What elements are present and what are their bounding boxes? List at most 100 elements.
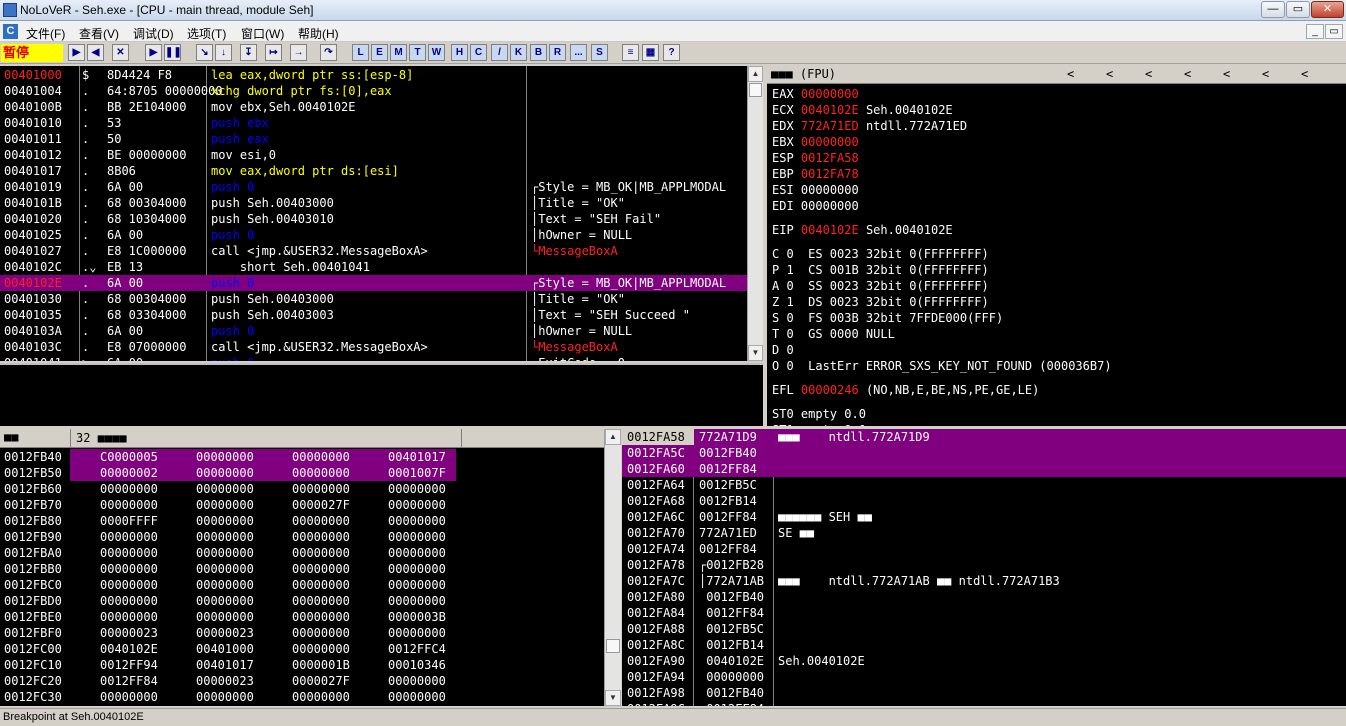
toolbar-button-22[interactable]: ... [570, 44, 587, 61]
stack-row[interactable]: 0012FA8C 0012FB14 [622, 637, 1346, 653]
toolbar-button-17[interactable]: C [470, 44, 487, 61]
stack-row[interactable]: 0012FA9C 0012FF84 [622, 701, 1346, 706]
disasm-row[interactable]: 00401011. 50 push eax [0, 131, 747, 147]
register-value[interactable]: 0040102E [801, 103, 859, 117]
registers-pane[interactable]: ■■■ (FPU) < < < < < < < EAX 00000000 ECX 00401… [765, 66, 1346, 426]
menu-view[interactable]: 查看(V) [79, 25, 119, 42]
menu-debug[interactable]: 调试(D) [133, 25, 174, 42]
dump-hex-header[interactable]: 32 ■■■■ [70, 429, 462, 448]
dump-row[interactable]: 0012FB60 00000000 00000000 00000000 00000000 [0, 481, 604, 497]
dump-row[interactable]: 0012FBA0 00000000 00000000 00000000 00000000 [0, 545, 604, 561]
register-value[interactable]: 0012FA78 [801, 167, 859, 181]
toolbar-button-24[interactable]: ≡ [622, 44, 639, 61]
register-value[interactable]: 0012FA58 [801, 151, 859, 165]
stack-row[interactable]: 0012FA74 0012FF84 [622, 541, 1346, 557]
stack-row[interactable]: 0012FA60 0012FF84 [622, 461, 1346, 477]
mdi-restore-button[interactable]: ▭ [1325, 24, 1343, 39]
register-row[interactable]: S 0 FS 003B 32bit 7FFDE000(FFF) [772, 310, 1003, 326]
toolbar-button-2[interactable]: ✕ [112, 44, 129, 61]
maximize-button[interactable]: ▭ [1286, 1, 1310, 18]
toolbar-button-8[interactable]: ↦ [265, 44, 282, 61]
memory-dump-pane[interactable]: ■■ 32 ■■■■ 0012FB40 C0000005 00000000 00000… [0, 429, 604, 706]
register-row[interactable]: Z 1 DS 0023 32bit 0(FFFFFFFF) [772, 294, 989, 310]
toolbar-button-11[interactable]: L [352, 44, 369, 61]
stack-row[interactable]: 0012FA6C 0012FF84 ■■■■■■ SEH ■■ [622, 509, 1346, 525]
toolbar-button-21[interactable]: R [549, 44, 566, 61]
dump-row[interactable]: 0012FC30 00000000 00000000 00000000 00000000 [0, 689, 604, 705]
register-row[interactable]: D 0 [772, 342, 794, 358]
register-row[interactable]: C 0 ES 0023 32bit 0(FFFFFFFF) [772, 246, 989, 262]
toolbar-button-14[interactable]: T [409, 44, 426, 61]
menu-window[interactable]: 窗口(W) [241, 25, 284, 42]
disasm-row[interactable]: 00401025. 6A 00 push 0 │hOwner = NULL [0, 227, 747, 243]
toolbar-button-3[interactable]: ▶ [145, 44, 162, 61]
minimize-button[interactable]: — [1261, 1, 1285, 18]
stack-row[interactable]: 0012FA90 0040102E Seh.0040102E [622, 653, 1346, 669]
disasm-row[interactable]: 00401020. 68 10304000 push Seh.00403010 │Te… [0, 211, 747, 227]
register-row[interactable]: T 0 GS 0000 NULL [772, 326, 895, 342]
dump-row[interactable]: 0012FB70 00000000 00000000 0000027F 00000000 [0, 497, 604, 513]
register-row[interactable]: EIP 0040102E Seh.0040102E [772, 222, 953, 238]
disasm-row[interactable]: 00401010. 53 push ebx [0, 115, 747, 131]
menu-help[interactable]: 帮助(H) [298, 25, 339, 42]
register-value[interactable]: 772A71ED [801, 119, 859, 133]
disasm-row[interactable]: 0040103C. E8 07000000 call <jmp.&USER32.Me… [0, 339, 747, 355]
stack-row[interactable]: 0012FA88 0012FB5C [622, 621, 1346, 637]
stack-row[interactable]: 0012FA80 0012FB40 [622, 589, 1346, 605]
scroll-thumb[interactable] [749, 83, 762, 97]
register-value[interactable]: 0040102E [801, 223, 859, 237]
register-row[interactable]: P 1 CS 001B 32bit 0(FFFFFFFF) [772, 262, 989, 278]
register-value[interactable]: 00000000 [801, 183, 859, 197]
register-row[interactable]: O 0 LastErr ERROR_SXS_KEY_NOT_FOUND (000… [772, 358, 1112, 374]
dump-row[interactable]: 0012FBE0 00000000 00000000 00000000 0000003B [0, 609, 604, 625]
register-value[interactable]: 00000246 [801, 383, 859, 397]
register-chevron-icon[interactable]: < [1262, 67, 1269, 81]
register-value[interactable]: 00000000 [801, 87, 859, 101]
dump-row[interactable]: 0012FBD0 00000000 00000000 00000000 00000000 [0, 593, 604, 609]
toolbar-button-4[interactable]: ❚❚ [164, 44, 182, 61]
toolbar-button-0[interactable]: ▶ [68, 44, 85, 61]
register-row[interactable]: EBX 00000000 [772, 134, 866, 150]
register-row[interactable]: ESP 0012FA58 [772, 150, 866, 166]
register-row[interactable]: EDX 772A71ED ntdll.772A71ED [772, 118, 967, 134]
cpu-window-icon[interactable]: C [3, 24, 18, 39]
register-row[interactable]: EBP 0012FA78 [772, 166, 866, 182]
disasm-row[interactable]: 00401030. 68 00304000 push Seh.00403000 │Ti… [0, 291, 747, 307]
disasm-row[interactable]: 0040100B. BB 2E104000 mov ebx,Seh.0040102E [0, 99, 747, 115]
mdi-minimize-button[interactable]: _ [1306, 24, 1324, 39]
scroll-up-arrow-icon[interactable]: ▲ [748, 66, 763, 82]
register-value[interactable]: 00000000 [801, 199, 859, 213]
disasm-row[interactable]: 00401017. 8B06 mov eax,dword ptr ds:[esi] [0, 163, 747, 179]
register-value[interactable]: 00000000 [801, 135, 859, 149]
stack-row[interactable]: 0012FA7C │772A71AB ■■■ ntdll.772A71AB ■■ n… [622, 573, 1346, 589]
toolbar-button-15[interactable]: W [428, 44, 445, 61]
toolbar-button-26[interactable]: ? [663, 44, 680, 61]
toolbar-button-7[interactable]: ↧ [240, 44, 257, 61]
toolbar-button-10[interactable]: ↷ [320, 44, 337, 61]
register-chevron-icon[interactable]: < [1145, 67, 1152, 81]
stack-row[interactable]: 0012FA68 0012FB14 [622, 493, 1346, 509]
scroll-down-arrow-icon[interactable]: ▼ [605, 690, 621, 706]
stack-row[interactable]: 0012FA70 772A71ED SE ■■ [622, 525, 1346, 541]
register-chevron-icon[interactable]: < [1067, 67, 1074, 81]
stack-row[interactable]: 0012FA94 00000000 [622, 669, 1346, 685]
toolbar-button-19[interactable]: K [510, 44, 527, 61]
disasm-row[interactable]: 0040101B. 68 00304000 push Seh.00403000 │Ti… [0, 195, 747, 211]
toolbar-button-16[interactable]: H [451, 44, 468, 61]
disasm-row[interactable]: 0040102E. 6A 00 push 0 ┌Style = MB_OK|MB_AP… [0, 275, 747, 291]
register-chevron-icon[interactable]: < [1184, 67, 1191, 81]
dump-row[interactable]: 0012FBB0 00000000 00000000 00000000 00000000 [0, 561, 604, 577]
toolbar-button-1[interactable]: ◀ [87, 44, 104, 61]
disasm-row[interactable]: 0040103A. 6A 00 push 0 │hOwner = NULL [0, 323, 747, 339]
menu-options[interactable]: 选项(T) [187, 25, 226, 42]
toolbar-button-6[interactable]: ↓ [215, 44, 232, 61]
dump-row[interactable]: 0012FBC0 00000000 00000000 00000000 00000000 [0, 577, 604, 593]
disasm-row[interactable]: 00401027. E8 1C000000 call <jmp.&USER32.Me… [0, 243, 747, 259]
register-row[interactable]: ECX 0040102E Seh.0040102E [772, 102, 953, 118]
stack-row[interactable]: 0012FA5C 0012FB40 [622, 445, 1346, 461]
register-row[interactable]: A 0 SS 0023 32bit 0(FFFFFFFF) [772, 278, 989, 294]
disasm-row[interactable]: 00401019. 6A 00 push 0 ┌Style = MB_OK|MB_AP… [0, 179, 747, 195]
disasm-row[interactable]: 00401035. 68 03304000 push Seh.00403003 │Te… [0, 307, 747, 323]
dump-row[interactable]: 0012FC20 0012FF84 00000023 0000027F 00000000 [0, 673, 604, 689]
dump-row[interactable]: 0012FB80 0000FFFF 00000000 00000000 00000000 [0, 513, 604, 529]
